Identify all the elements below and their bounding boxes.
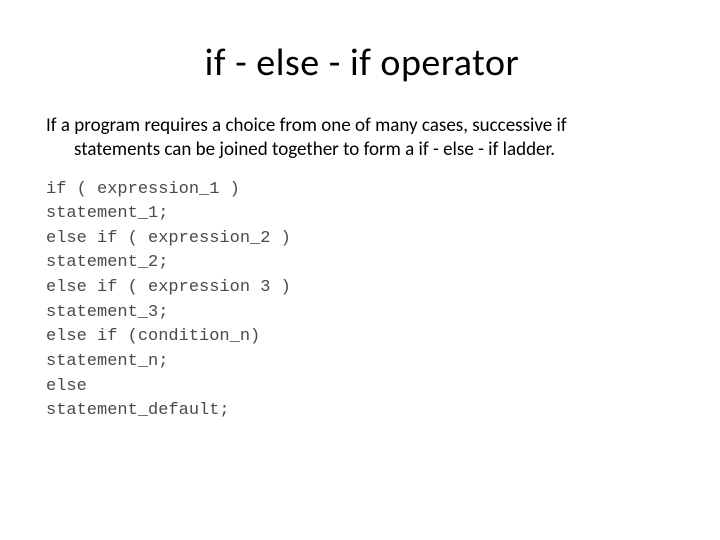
code-line: statement_n; — [46, 352, 168, 371]
code-line: else if ( expression 3 ) — [46, 278, 291, 297]
page-title: if - else - if operator — [44, 40, 680, 86]
code-line: else if (condition_n) — [46, 327, 260, 346]
code-line: statement_3; — [46, 303, 168, 322]
code-line: else — [46, 377, 87, 396]
body-line-2: statements can be joined together to for… — [46, 138, 680, 162]
code-line: statement_2; — [46, 253, 168, 272]
body-line-1: If a program requires a choice from one … — [46, 114, 567, 137]
code-line: statement_default; — [46, 401, 230, 420]
code-block: if ( expression_1 ) statement_1; else if… — [44, 178, 680, 424]
code-line: if ( expression_1 ) — [46, 180, 240, 199]
code-line: statement_1; — [46, 204, 168, 223]
body-paragraph: If a program requires a choice from one … — [44, 114, 680, 162]
code-line: else if ( expression_2 ) — [46, 229, 291, 248]
slide: if - else - if operator If a program req… — [0, 0, 720, 540]
